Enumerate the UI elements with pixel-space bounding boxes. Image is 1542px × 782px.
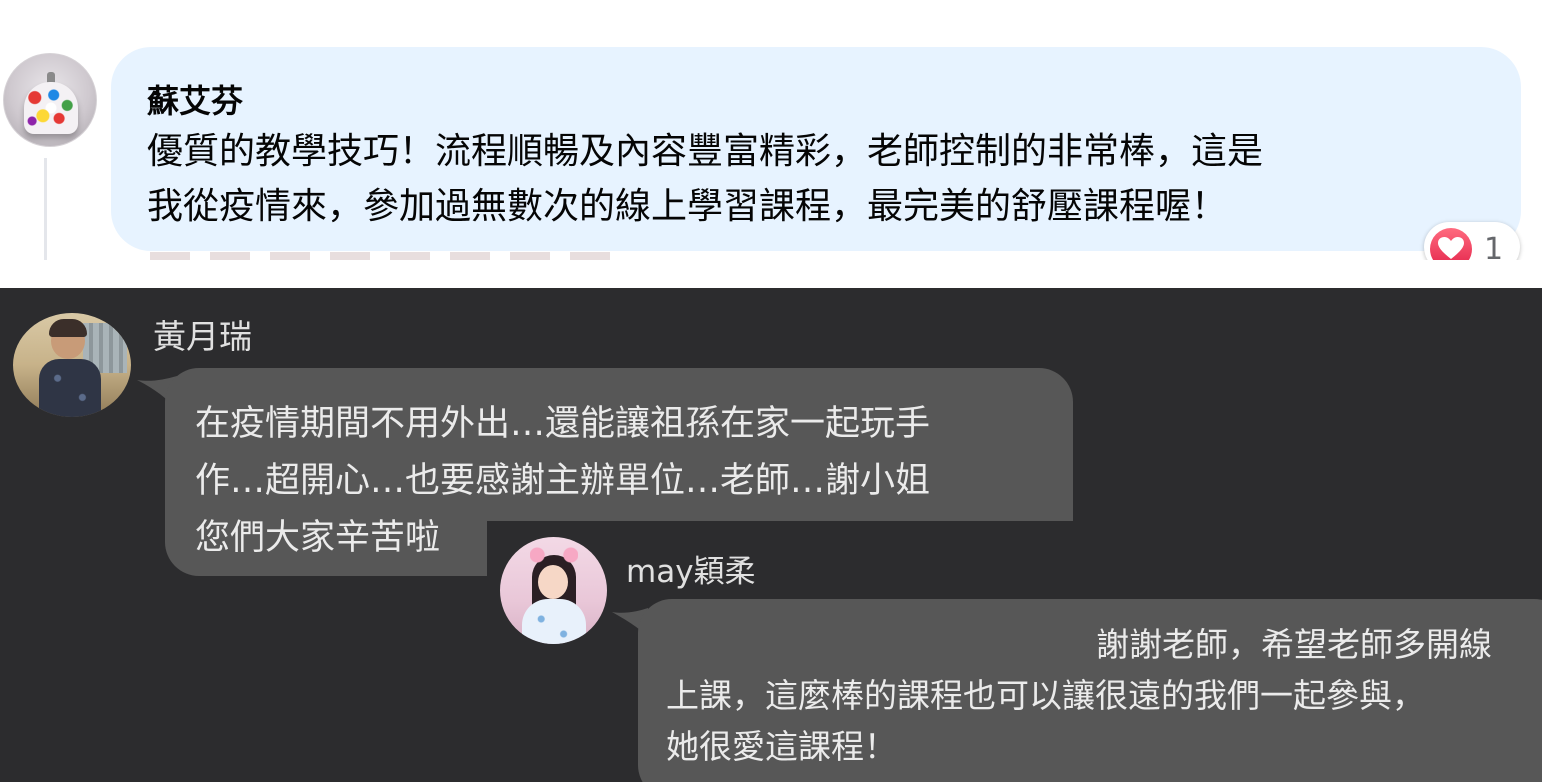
comment-author-name[interactable]: 蘇艾芬 [147,76,243,122]
avatar-image [49,319,87,337]
sender-name: 黃月瑞 [153,317,252,356]
avatar-image [538,565,568,599]
avatar-image [24,82,78,134]
reaction-count: 1 [1484,232,1504,260]
reply-thread-line [44,158,47,260]
avatar-image [522,599,586,644]
sender-name: may穎柔 [626,554,756,590]
comment-text: 優質的教學技巧！流程順暢及內容豐富精彩，老師控制的非常棒，這是 我從疫情來，參加… [147,124,1497,234]
heart-reaction-icon [1430,228,1472,260]
composite-screenshot: 蘇艾芬 優質的教學技巧！流程順暢及內容豐富精彩，老師控制的非常棒，這是 我從疫情… [0,0,1542,782]
message-text-line: 她很愛這課程！ [666,727,897,766]
message-text-line: 在疫情期間不用外出…還能讓祖孫在家一起玩手 [195,404,931,444]
comment-text-line: 我從疫情來，參加過無數次的線上學習課程，最完美的舒壓課程喔！ [147,186,1228,227]
avatar[interactable] [13,313,131,417]
avatar[interactable] [500,537,607,644]
message-text-line: 謝謝老師，希望老師多開線 [1096,625,1492,664]
message-text-line: 作…超開心…也要感謝主辦單位…老師…謝小姐 [195,461,931,501]
comment-text-line: 優質的教學技巧！流程順暢及內容豐富精彩，老師控制的非常棒，這是 [147,131,1264,172]
message-text: 謝謝老師，希望老師多開線 上課，這麼棒的課程也可以讓很遠的我們一起參與， 她很愛… [666,619,1496,772]
cropped-action-links [150,252,630,260]
facebook-comment-section: 蘇艾芬 優質的教學技巧！流程順暢及內容豐富精彩，老師控制的非常棒，這是 我從疫情… [0,0,1542,260]
avatar-image [39,359,101,417]
avatar[interactable] [3,53,97,147]
avatar-image [530,547,578,563]
chat-screenshot: 黃月瑞 在疫情期間不用外出…還能讓祖孫在家一起玩手 作…超開心…也要感謝主辦單位… [0,288,1542,782]
reaction-summary[interactable]: 1 [1424,222,1520,260]
message-text-line: 上課，這麼棒的課程也可以讓很遠的我們一起參與， [666,676,1425,715]
